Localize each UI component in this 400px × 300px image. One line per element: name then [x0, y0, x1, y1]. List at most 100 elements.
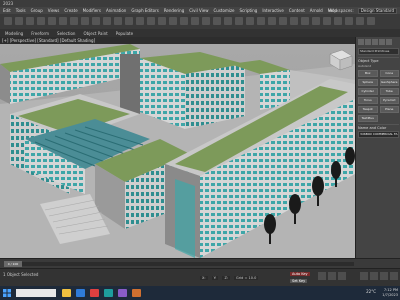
- primitive-button[interactable]: TextPlus: [358, 115, 378, 122]
- toolbar-tool-icon[interactable]: [345, 17, 353, 25]
- y-coord-label[interactable]: Y:: [211, 276, 219, 280]
- modify-tab-icon[interactable]: [365, 39, 371, 45]
- z-coord-label[interactable]: Z:: [222, 276, 231, 280]
- toolbar-tool-icon[interactable]: [235, 17, 243, 25]
- ribbon-tab[interactable]: Populate: [116, 31, 133, 36]
- orbit-icon[interactable]: [380, 272, 388, 280]
- object-type-title[interactable]: Object Type: [358, 57, 399, 63]
- menu-item[interactable]: Customize: [214, 8, 235, 13]
- primitive-button[interactable]: Box: [358, 70, 378, 77]
- time-slider-track[interactable]: [4, 262, 354, 266]
- toolbar-tool-icon[interactable]: [301, 17, 309, 25]
- pan-icon[interactable]: [370, 272, 378, 280]
- menu-item[interactable]: Modifiers: [83, 8, 101, 13]
- toolbar-tool-icon[interactable]: [70, 17, 78, 25]
- ribbon-tab[interactable]: Modeling: [5, 31, 23, 36]
- edge-icon[interactable]: [76, 289, 85, 297]
- menu-item[interactable]: Civil View: [189, 8, 208, 13]
- toolbar-tool-icon[interactable]: [323, 17, 331, 25]
- primitive-button[interactable]: GeoSphere: [379, 79, 399, 86]
- toolbar-tool-icon[interactable]: [334, 17, 342, 25]
- go-end-icon[interactable]: [338, 272, 346, 280]
- menu-item[interactable]: Scripting: [240, 8, 258, 13]
- toolbar-tool-icon[interactable]: [114, 17, 122, 25]
- app-icon[interactable]: [118, 289, 127, 297]
- primitive-type-dropdown[interactable]: Standard Primitives: [358, 48, 399, 55]
- menu-item[interactable]: Group: [31, 8, 43, 13]
- menu-item[interactable]: Arnold: [310, 8, 323, 13]
- toolbar-tool-icon[interactable]: [15, 17, 23, 25]
- primitive-button[interactable]: Pyramid: [379, 97, 399, 104]
- toolbar-tool-icon[interactable]: [290, 17, 298, 25]
- auto-key-button[interactable]: Auto Key: [290, 272, 310, 276]
- primitive-button[interactable]: Cylinder: [358, 88, 378, 95]
- ribbon-tab[interactable]: Freeform: [31, 31, 49, 36]
- chrome-icon[interactable]: [90, 289, 99, 297]
- create-tab-icon[interactable]: [358, 39, 364, 45]
- toolbar-tool-icon[interactable]: [37, 17, 45, 25]
- viewport-perspective[interactable]: [0, 44, 355, 258]
- menu-item[interactable]: Interactive: [262, 8, 284, 13]
- primitive-button[interactable]: Sphere: [358, 79, 378, 86]
- toolbar-tool-icon[interactable]: [169, 17, 177, 25]
- menu-item[interactable]: Graph Editors: [131, 8, 158, 13]
- x-coord-label[interactable]: X:: [200, 276, 208, 280]
- toolbar-tool-icon[interactable]: [356, 17, 364, 25]
- toolbar-tool-icon[interactable]: [103, 17, 111, 25]
- menu-item[interactable]: Animation: [106, 8, 126, 13]
- play-icon[interactable]: [328, 272, 336, 280]
- viewport-label[interactable]: [+] [Perspective] [Standard] [Default Sh…: [2, 38, 95, 43]
- toolbar-tool-icon[interactable]: [158, 17, 166, 25]
- toolbar-tool-icon[interactable]: [92, 17, 100, 25]
- clock[interactable]: 7:12 PM 1/7/2023: [382, 288, 398, 298]
- toolbar-tool-icon[interactable]: [268, 17, 276, 25]
- toolbar-tool-icon[interactable]: [202, 17, 210, 25]
- toolbar-tool-icon[interactable]: [191, 17, 199, 25]
- toolbar-tool-icon[interactable]: [257, 17, 265, 25]
- menu-item[interactable]: Rendering: [164, 8, 184, 13]
- toolbar-tool-icon[interactable]: [213, 17, 221, 25]
- toolbar-tool-icon[interactable]: [279, 17, 287, 25]
- primitive-button[interactable]: Teapot: [358, 106, 378, 113]
- toolbar-tool-icon[interactable]: [147, 17, 155, 25]
- file-explorer-icon[interactable]: [62, 289, 71, 297]
- toolbar-tool-icon[interactable]: [224, 17, 232, 25]
- object-name-field[interactable]: 3d6BOX COMMERCIAL FA: [358, 131, 399, 138]
- zoom-icon[interactable]: [360, 272, 368, 280]
- ribbon-tab[interactable]: Selection: [57, 31, 75, 36]
- menu-item[interactable]: Content: [289, 8, 305, 13]
- primitive-button[interactable]: Cone: [379, 70, 399, 77]
- taskbar-search-box[interactable]: [16, 289, 56, 297]
- menu-item[interactable]: Edit: [3, 8, 11, 13]
- toolbar-tool-icon[interactable]: [81, 17, 89, 25]
- display-tab-icon[interactable]: [386, 39, 392, 45]
- primitive-button[interactable]: Plane: [379, 106, 399, 113]
- toolbar-tool-icon[interactable]: [367, 17, 375, 25]
- menu-item[interactable]: Views: [48, 8, 60, 13]
- name-color-title[interactable]: Name and Color: [358, 124, 399, 130]
- toolbar-tool-icon[interactable]: [4, 17, 12, 25]
- autogrid-checkbox[interactable]: AutoGrid: [358, 64, 399, 68]
- toolbar-tool-icon[interactable]: [59, 17, 67, 25]
- set-key-button[interactable]: Set Key: [290, 279, 308, 283]
- primitive-button[interactable]: Torus: [358, 97, 378, 104]
- menu-item[interactable]: Create: [64, 8, 77, 13]
- toolbar-tool-icon[interactable]: [136, 17, 144, 25]
- menu-item[interactable]: Tools: [16, 8, 26, 13]
- weather-widget[interactable]: 22°C: [366, 289, 376, 294]
- maximize-viewport-icon[interactable]: [390, 272, 398, 280]
- toolbar-tool-icon[interactable]: [312, 17, 320, 25]
- motion-tab-icon[interactable]: [379, 39, 385, 45]
- toolbar-tool-icon[interactable]: [26, 17, 34, 25]
- toolbar-tool-icon[interactable]: [180, 17, 188, 25]
- toolbar-tool-icon[interactable]: [125, 17, 133, 25]
- ribbon-tab[interactable]: Object Paint: [83, 31, 107, 36]
- toolbar-tool-icon[interactable]: [246, 17, 254, 25]
- 3dsmax-icon[interactable]: [104, 289, 113, 297]
- go-start-icon[interactable]: [318, 272, 326, 280]
- time-slider-thumb[interactable]: 0 / 100: [4, 261, 22, 267]
- hierarchy-tab-icon[interactable]: [372, 39, 378, 45]
- primitive-button[interactable]: Tube: [379, 88, 399, 95]
- windows-start-icon[interactable]: [3, 289, 11, 297]
- toolbar-tool-icon[interactable]: [48, 17, 56, 25]
